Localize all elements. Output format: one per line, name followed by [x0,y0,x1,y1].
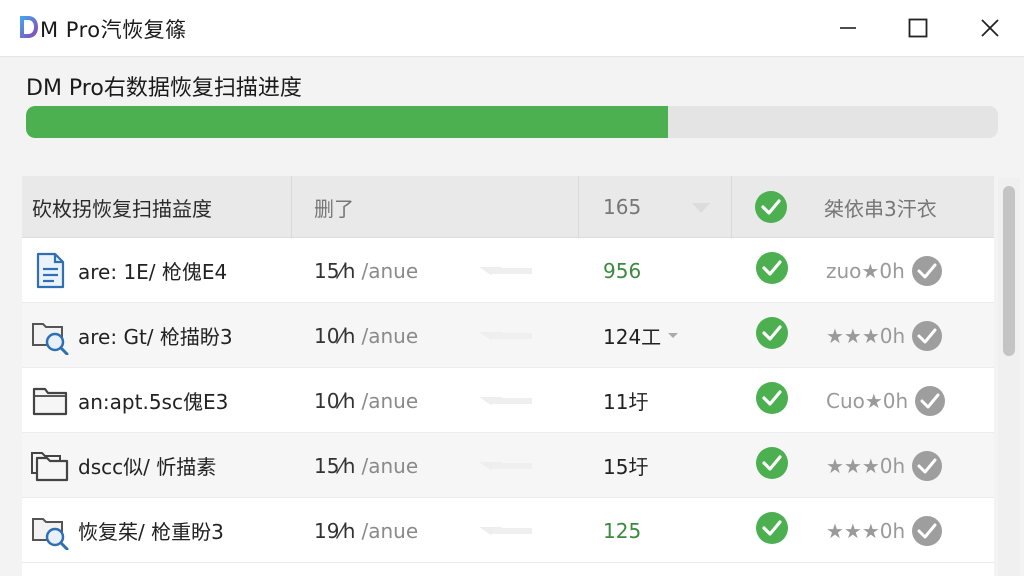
status-check[interactable] [752,368,792,433]
table-row[interactable]: are: Gt/ 枪描盼3 10⁄h/anue 124工 ★★★0h [22,303,994,368]
app-logo-icon [20,16,38,38]
column-header-rating[interactable]: 桀依串3汗衣 [810,176,994,238]
file-size: 10⁄h [314,388,356,413]
ghost-bar-icon [492,303,532,368]
folder-icon [30,381,70,421]
status-check[interactable] [752,433,792,498]
count-cell: 15圩 [603,433,723,498]
status-check[interactable] [752,238,792,303]
file-date: /anue [361,453,419,478]
file-date: /anue [361,388,419,413]
file-size: 19⁄h [314,518,356,543]
scrollbar-thumb[interactable] [1003,186,1015,356]
file-count: 956 [603,258,642,283]
title-divider [0,56,1024,57]
rating-cell: zuo★0h [826,238,976,303]
count-cell: 124工 [603,303,723,368]
rating-text: ★★★0h [826,518,906,543]
count-cell: 956 [603,238,723,303]
rating-cell: Cuo★0h [826,368,976,433]
file-date: /anue [361,258,419,283]
table-row[interactable]: dscc似/ 忻描素 15⁄h/anue 15圩 ★★★0h [22,433,994,498]
status-check[interactable] [752,303,792,368]
maximize-button[interactable] [890,0,946,56]
folders-icon [30,446,70,486]
check-circle-gray-icon[interactable] [911,515,943,547]
column-header-count-label: 165 [603,195,642,219]
check-circle-gray-icon[interactable] [911,320,943,352]
ghost-bar-icon [492,498,532,563]
file-name: dscc似/ 忻描素 [78,455,217,479]
rating-cell: ★★★0h [826,433,976,498]
check-circle-icon [755,251,789,290]
check-circle-gray-icon[interactable] [911,255,943,287]
folder-search-icon [30,511,70,551]
scan-progress-bar [26,106,998,138]
file-name-cell: are: 1E/ 枪傀E4 [30,238,292,303]
rating-text: Cuo★0h [826,388,909,413]
file-date: /anue [361,518,419,543]
count-cell: 11圩 [603,368,723,433]
table-row[interactable]: are: 1E/ 枪傀E4 15⁄h/anue 956 zuo★0h [22,238,994,303]
table-row[interactable]: an:apt.5sc傀E3 10⁄h/anue 11圩 Cuo★0h [22,368,994,433]
minimize-button[interactable] [820,0,876,56]
ghost-bar-icon [492,368,532,433]
ghost-bar-icon [492,238,532,303]
check-circle-icon [755,381,789,420]
close-icon [981,19,999,37]
scan-progress-fill [26,106,668,138]
file-name: are: 1E/ 枪傀E4 [78,260,228,284]
sort-arrow-icon[interactable] [690,201,712,215]
results-table: 砍枚拐恢复扫描益度 删了 165 桀依串3汗衣 are: 1E/ 枪傀E4 15⁄… [22,176,994,576]
check-circle-gray-icon[interactable] [911,450,943,482]
vertical-scrollbar[interactable] [998,178,1020,576]
document-icon [30,251,70,291]
rating-text: ★★★0h [826,323,906,348]
window-title: M Pro汽恢复篠 [40,18,187,42]
column-header-status[interactable] [732,176,810,238]
column-header-name[interactable]: 砍枚拐恢复扫描益度 [22,176,292,238]
rating-cell: ★★★0h [826,498,976,563]
rating-text: ★★★0h [826,453,906,478]
file-count: 11圩 [603,390,649,414]
file-name-cell: are: Gt/ 枪描盼3 [30,303,292,368]
file-size: 15⁄h [314,453,356,478]
count-cell: 125 [603,498,723,563]
file-size: 15⁄h [314,258,356,283]
check-circle-icon [755,511,789,550]
title-bar: M Pro汽恢复篠 [0,0,1024,56]
file-date: /anue [361,323,419,348]
minimize-icon [840,27,856,29]
ghost-bar-icon [492,433,532,498]
file-name: are: Gt/ 枪描盼3 [78,325,233,349]
check-circle-icon [755,316,789,355]
close-button[interactable] [962,0,1018,56]
maximize-icon [908,18,928,38]
file-count: 15圩 [603,455,649,479]
file-name: an:apt.5sc傀E3 [78,390,229,414]
check-circle-gray-icon[interactable] [914,385,946,417]
scan-progress-title: DM Pro右数据恢复扫描进度 [26,76,302,101]
file-name-cell: 恢复茱/ 枪重盼3 [30,498,292,563]
file-name-cell: an:apt.5sc傀E3 [30,368,292,433]
folder-search-icon [30,316,70,356]
status-check[interactable] [752,498,792,563]
file-name: 恢复茱/ 枪重盼3 [78,520,224,544]
file-size: 10⁄h [314,323,356,348]
chevron-down-icon[interactable] [667,332,679,340]
rating-cell: ★★★0h [826,303,976,368]
check-circle-icon [755,191,787,223]
check-circle-icon [755,446,789,485]
rating-text: zuo★0h [826,258,905,283]
table-row[interactable]: 恢复茱/ 枪重盼3 19⁄h/anue 125 ★★★0h [22,498,994,563]
file-count: 124工 [603,325,662,349]
column-header-size[interactable]: 删了 [292,176,579,238]
file-name-cell: dscc似/ 忻描素 [30,433,292,498]
file-count: 125 [603,518,642,543]
table-header: 砍枚拐恢复扫描益度 删了 165 桀依串3汗衣 [22,176,994,238]
